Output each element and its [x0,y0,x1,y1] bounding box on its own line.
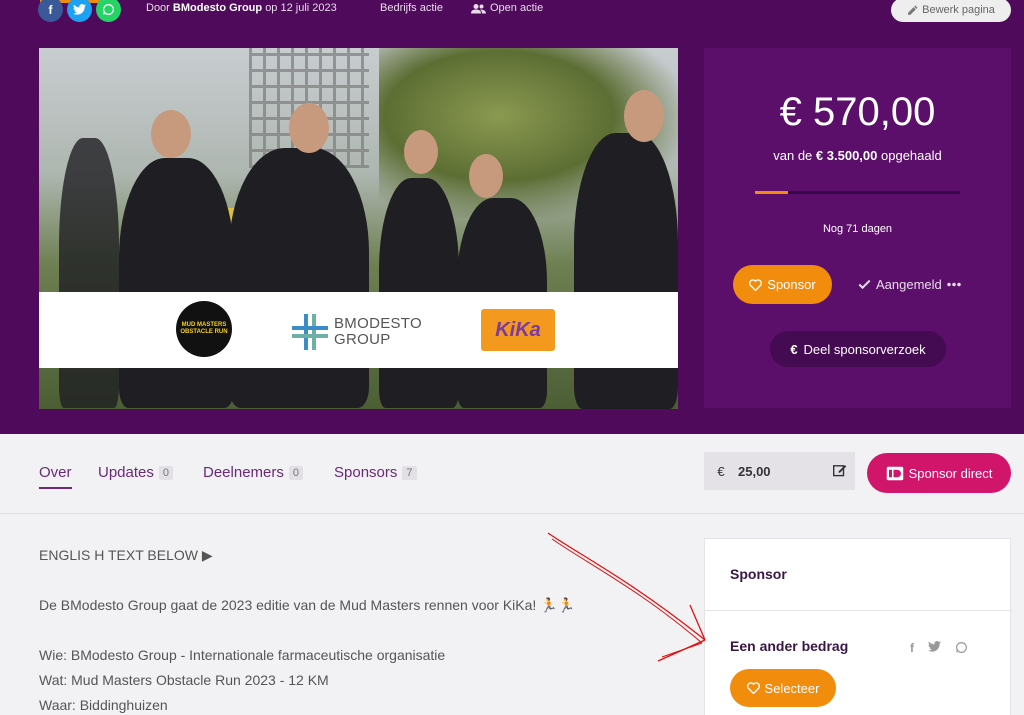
edit-page-button[interactable]: Bewerk pagina [891,0,1011,22]
tab-sponsors[interactable]: Sponsors 7 [334,464,417,481]
post-date: op 12 juli 2023 [265,2,337,14]
facebook-icon[interactable]: f [38,0,63,22]
twitter-icon[interactable] [928,641,941,652]
bmodesto-cross-icon [292,314,328,350]
sidebar-title: Sponsor [730,566,787,582]
photo-runner-head [624,90,664,142]
photo-runner-head [469,154,503,198]
photo-runner [119,158,234,408]
ideal-icon [886,466,903,480]
sponsor-direct-button[interactable]: Sponsor direct [867,453,1011,493]
goal-line: van de € 3.500,00 opgehaald [704,148,1011,163]
content-line [39,618,679,643]
currency-symbol: € [717,463,725,479]
tab-label: Deelnemers [203,464,284,481]
bmodesto-wordmark: BMODESTO GROUP [334,316,422,348]
heart-icon [746,682,760,694]
raised-amount: € 570,00 [779,90,936,134]
joined-label: Aangemeld [876,277,942,292]
sponsor-button-label: Sponsor [767,277,816,292]
tab-over[interactable]: Over [39,464,72,489]
tab-count: 0 [288,465,303,480]
content-tabbar: Over Updates 0 Deelnemers 0 Sponsors 7 €… [0,434,1024,514]
pencil-icon [908,5,918,15]
edit-page-label: Bewerk pagina [922,4,995,16]
whatsapp-icon[interactable] [96,0,121,22]
joined-status[interactable]: Aangemeld [858,277,961,292]
goal-suffix: opgehaald [881,148,942,163]
tab-count: 7 [402,465,417,480]
progress-fill [755,191,789,194]
tab-count: 0 [158,465,173,480]
sponsor-direct-label: Sponsor direct [908,465,993,481]
content-line: ENGLIS H TEXT BELOW ▶ [39,547,213,563]
select-button-label: Selecteer [764,680,820,696]
heart-icon [749,278,763,291]
facebook-icon[interactable]: f [910,641,914,655]
twitter-icon[interactable] [67,0,92,22]
sponsor-sidebar: Sponsor Een ander bedrag f Selecteer [704,538,1012,715]
sidebar-divider [705,610,1012,611]
mud-masters-logo: MUD MASTERS OBSTACLE RUN [176,301,232,357]
tab-label: Updates [98,464,154,481]
tab-deelnemers[interactable]: Deelnemers 0 [203,464,303,481]
more-dots-icon[interactable] [947,282,961,287]
author-prefix: Door [146,2,170,14]
bmodesto-logo: BMODESTO GROUP [292,314,422,350]
kika-logo: KiKa [481,309,555,351]
fundraising-panel: € 570,00 van de € 3.500,00 opgehaald Nog… [704,48,1011,408]
content-line: Waar: Biddinghuizen [39,697,168,713]
tab-label: Sponsors [334,464,398,481]
sponsor-logo-strip: MUD MASTERS OBSTACLE RUN BMODESTO GROUP … [39,292,678,368]
about-content: ENGLIS H TEXT BELOW ▶ De BModesto Group … [39,543,679,715]
days-left: Nog 71 dagen [822,223,893,235]
author-line: Door BModesto Group op 12 juli 2023 [146,2,337,14]
select-amount-button[interactable]: Selecteer [730,669,836,707]
tab-label: Over [39,464,72,481]
quick-amount-field[interactable]: € 25,00 [704,452,855,490]
hero-section: f Door BModesto Group op 12 juli 2023 Be… [0,0,1024,434]
campaign-meta-bar: f Door BModesto Group op 12 juli 2023 Be… [0,0,1024,22]
visibility-text: Open actie [490,2,544,14]
goal-amount: € 3.500,00 [815,148,878,163]
other-amount-title: Een ander bedrag [730,638,849,654]
users-icon [471,3,486,13]
visibility-label: Open actie [471,2,543,14]
sponsor-button[interactable]: Sponsor [733,265,832,304]
photo-runner-head [151,110,191,158]
photo-runner-head [404,130,438,174]
bmodesto-text-2: GROUP [334,331,391,348]
author-name[interactable]: BModesto Group [173,2,262,14]
content-line: De BModesto Group gaat de 2023 editie va… [39,597,576,613]
share-sponsor-request-button[interactable]: € Deel sponsorverzoek [770,331,946,367]
share-button-label: Deel sponsorverzoek [803,341,926,357]
edit-amount-icon[interactable] [825,463,855,480]
sidebar-share-icons: f [910,641,968,655]
whatsapp-icon[interactable] [955,641,968,654]
progress-bar [755,191,960,194]
category-label: Bedrijfs actie [380,2,443,14]
photo-runner [229,148,369,408]
campaign-photo: MUD MASTERS OBSTACLE RUN BMODESTO GROUP … [39,48,678,409]
bmodesto-text-1: BMODESTO [334,315,422,333]
euro-icon: € [790,341,798,357]
quick-amount-value[interactable]: 25,00 [738,464,825,479]
content-line [39,568,679,593]
goal-prefix: van de [773,148,813,163]
check-icon [858,279,871,290]
content-line: Wat: Mud Masters Obstacle Run 2023 - 12 … [39,672,329,688]
content-line: Wie: BModesto Group - Internationale far… [39,647,446,663]
tab-updates[interactable]: Updates 0 [98,464,173,481]
photo-runner-head [289,103,329,153]
